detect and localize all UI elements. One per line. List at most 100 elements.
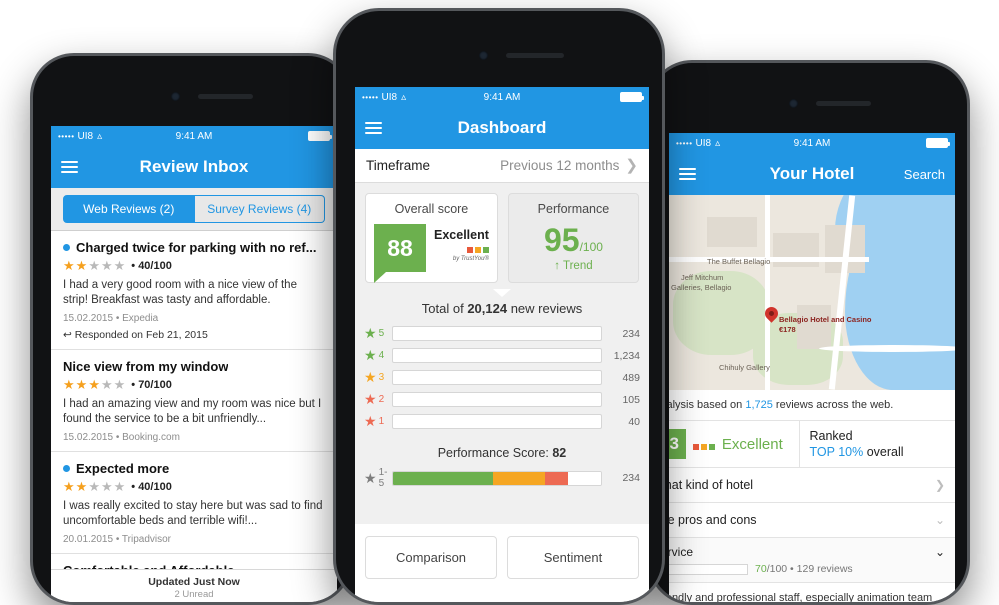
review-body: I had a very good room with a nice view … [63, 279, 297, 306]
reviews-total-label: Total of 20,124 new reviews [355, 297, 649, 325]
status-bar-left: ••••• UI8 ▵ 9:41 AM [51, 126, 337, 146]
menu-icon[interactable] [61, 161, 78, 173]
battery-icon [926, 138, 950, 148]
timeframe-selector[interactable]: Timeframe Previous 12 months ❯ [355, 149, 649, 183]
chevron-down-icon: ⌄ [934, 545, 945, 559]
rating-bar-count: 1,234 [613, 349, 640, 362]
overall-score-badge: 88 [374, 224, 426, 283]
chevron-right-icon: ❯ [934, 478, 945, 492]
review-rating: ★ ★ ★ ★ ★ • 70/100 [63, 377, 325, 393]
row-label: What kind of hotel [669, 478, 754, 492]
earpiece-speaker [816, 101, 871, 106]
performance-denominator: /100 [579, 240, 603, 254]
row-pros-and-cons[interactable]: The pros and cons ⌄ [669, 503, 955, 538]
star-range-label: ★ 1-5 [364, 467, 388, 489]
performance-trend: ↑ Trend [554, 260, 593, 272]
performance-score-label: Performance Score: 82 [355, 435, 649, 467]
signal-dots-icon: ••••• [58, 131, 75, 141]
overall-score-card[interactable]: Overall score 88 Excellent by TrustYou® [365, 193, 498, 283]
rating-bar-count: 105 [622, 393, 640, 406]
comparison-button[interactable]: Comparison [365, 535, 497, 579]
service-score-den: /100 [766, 563, 788, 575]
status-clock: 9:41 AM [483, 91, 521, 103]
review-list-item[interactable]: Nice view from my window ★ ★ ★ ★ ★ • 70/100 I h… [51, 350, 337, 452]
sentiment-button[interactable]: Sentiment [507, 535, 639, 579]
chevron-down-icon: ⌄ [934, 513, 945, 527]
service-score-bar [669, 563, 748, 575]
trustyou-brand-label: by TrustYou® [452, 256, 489, 262]
performance-segment [492, 471, 545, 485]
rating-bar-row: ★ 5 234 [355, 325, 649, 342]
reviews-total-number: 20,124 [467, 301, 508, 316]
rating-bar-track [392, 392, 602, 407]
review-header: Comfortable and Affordable [63, 563, 325, 569]
mockup-stage: ••••• UI8 ▵ 9:41 AM Review Inbox Web Rev… [0, 0, 999, 605]
star-label: ★ 5 [364, 325, 392, 342]
score-summary: 93 Excellent [669, 421, 800, 467]
performance-score-value: 82 [552, 446, 567, 460]
battery-icon [308, 131, 332, 141]
review-response: ↩ Responded on Feb 21, 2015 [63, 329, 208, 341]
map-poi-label: Chihuly Gallery [719, 363, 770, 372]
star-label: ★ 1 [364, 413, 392, 430]
review-list[interactable]: Charged twice for parking with no ref...… [51, 231, 337, 569]
service-category-row[interactable]: Service ⌄ 70/100 • 129 reviews [669, 538, 955, 583]
card-pointer-notch [493, 289, 511, 297]
review-list-item[interactable]: Charged twice for parking with no ref...… [51, 231, 337, 350]
star-icon: ★ [364, 347, 377, 363]
map-poi-label: Jeff Mitchum [681, 273, 724, 282]
review-body: I was really excited to stay here but wa… [63, 500, 323, 527]
carrier-label: UI8 [381, 91, 398, 103]
rank-summary-row: 93 Excellent Ranked TOP 10% overall [669, 420, 955, 468]
map-poi-label: Galleries, Bellagio [671, 283, 732, 292]
row-label: The pros and cons [669, 513, 757, 527]
ranked-suffix: overall [863, 445, 904, 459]
unread-count: 2 Unread [174, 589, 214, 600]
tab-survey-reviews[interactable]: Survey Reviews (4) [194, 195, 325, 223]
star-number: 5 [378, 328, 385, 339]
star-icon: ★ [63, 479, 75, 494]
search-button[interactable]: Search [904, 167, 945, 182]
rating-bar-row: ★ 2 105 [355, 391, 649, 408]
star-number: 2 [378, 394, 385, 405]
ranking-summary: Ranked TOP 10% overall [800, 421, 956, 467]
analysis-prefix: Analysis based on [669, 399, 743, 411]
review-header: Charged twice for parking with no ref... [63, 240, 325, 255]
review-body: I had an amazing view and my room was ni… [63, 398, 322, 425]
service-score: 70 [755, 563, 767, 575]
menu-icon[interactable] [365, 122, 382, 134]
performance-number: 95 [543, 222, 580, 258]
tab-web-reviews[interactable]: Web Reviews (2) [63, 195, 195, 223]
row-what-kind-of-hotel[interactable]: What kind of hotel ❯ [669, 468, 955, 503]
review-list-item[interactable]: Comfortable and Affordable★★★★★• 85/100 [51, 554, 337, 569]
star-icon: ★ [113, 258, 126, 273]
review-list-item[interactable]: Expected more ★ ★ ★ ★ ★ • 40/100 I was really e… [51, 452, 337, 554]
hotel-map[interactable]: The Buffet Bellagio Jeff Mitchum Galleri… [669, 195, 955, 390]
star-icon: ★ [75, 377, 88, 392]
star-icon: ★ [113, 479, 126, 494]
overall-score-verdict: Excellent [434, 228, 489, 242]
page-title: Dashboard [457, 118, 547, 137]
screen-dashboard: ••••• UI8 ▵ 9:41 AM Dashboard Timeframe … [355, 87, 649, 602]
screen-your-hotel: ••••• UI8 ▵ 9:41 AM Your Hotel Search Th… [669, 133, 955, 602]
navbar-left: Review Inbox [51, 146, 337, 188]
performance-segment [544, 471, 568, 485]
review-meta: 15.02.2015 • Expedia [63, 313, 159, 324]
earpiece-speaker [506, 53, 564, 58]
performance-card[interactable]: Performance 95/100 ↑ Trend [507, 193, 639, 283]
menu-icon[interactable] [679, 168, 696, 180]
review-score: • 40/100 [131, 481, 172, 493]
navbar-right: Your Hotel Search [669, 153, 955, 195]
dashboard-action-buttons: Comparison Sentiment [355, 523, 649, 579]
front-camera-icon [479, 51, 488, 60]
wifi-icon: ▵ [715, 137, 721, 149]
status-clock: 9:41 AM [175, 130, 213, 142]
reviews-total-prefix: Total of [421, 301, 468, 316]
performance-segment-count: 234 [622, 472, 640, 484]
unread-indicator [63, 244, 70, 251]
performance-value: 95/100 [517, 224, 630, 256]
star-icon: ★ [88, 479, 100, 494]
status-clock: 9:41 AM [793, 137, 831, 149]
hotel-score-badge: 93 [669, 429, 686, 459]
trustyou-squares-icon [434, 247, 489, 253]
